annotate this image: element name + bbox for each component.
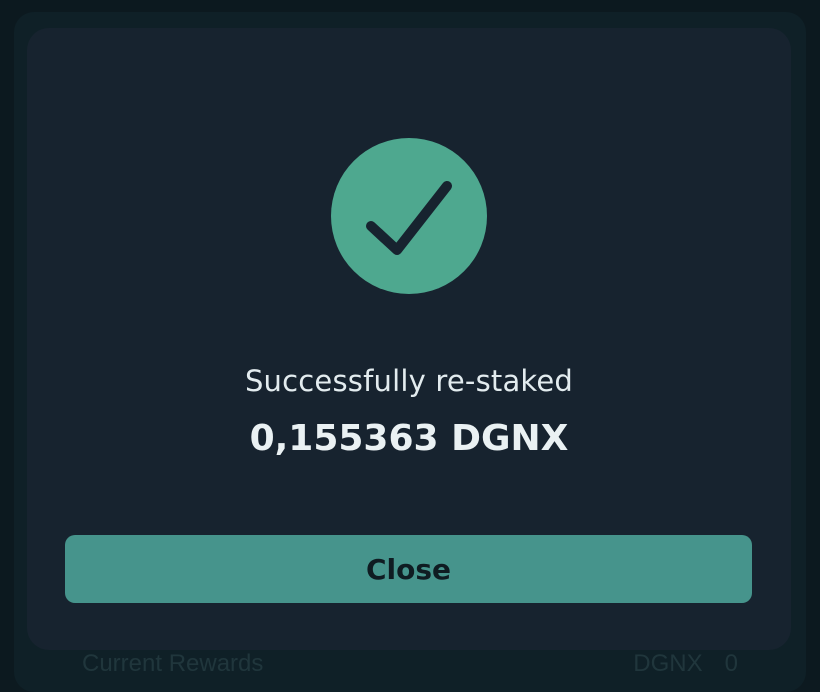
success-modal: Successfully re-staked 0,155363 DGNX Clo… [27,28,791,650]
check-icon-glyph [366,181,452,255]
rewards-currency: DGNX [633,650,703,677]
rewards-value-group: DGNX 0 [633,650,738,678]
check-icon [331,138,487,294]
rewards-label: Current Rewards [82,650,264,677]
restaked-amount: 0,155363 DGNX [249,418,569,459]
rewards-value: 0 [724,650,738,677]
close-button[interactable]: Close [65,535,752,603]
background-rewards-row: Current Rewards DGNX 0 [82,648,738,680]
success-message: Successfully re-staked [244,364,574,398]
